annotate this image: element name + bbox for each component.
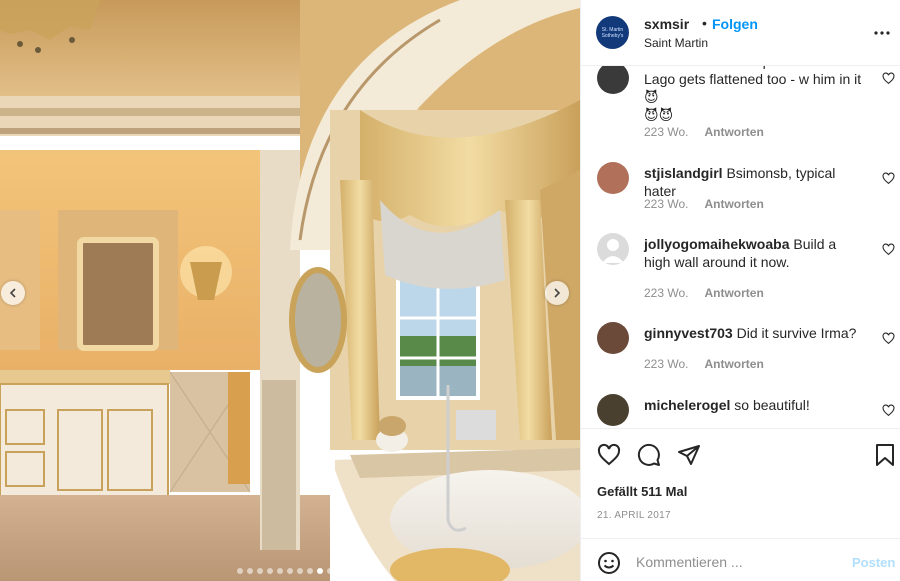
comment-emoji-line: 😈😈 [644,107,674,123]
comment-like-icon[interactable] [882,332,895,345]
comment-icon[interactable] [637,443,661,467]
comment-like-icon[interactable] [882,72,895,85]
post-date[interactable]: 21. APRIL 2017 [597,510,671,521]
post-header: St. Martin Sotheby's sxmsir • Folgen Sai… [581,0,900,66]
carousel-dot [297,568,303,574]
comment-meta: 223 Wo. Antworten [644,286,764,300]
comment-body: so beautiful! [734,397,810,413]
comment-time: 223 Wo. [644,125,689,139]
comment-username[interactable]: jollyogomaihekwoaba [644,236,789,252]
carousel-dot [277,568,283,574]
comment-meta: 223 Wo. Antworten [644,125,764,139]
avatar-logo-text: St. Martin Sotheby's [601,26,624,39]
separator-dot: • [702,15,707,31]
comment-like-icon[interactable] [882,404,895,417]
comment-text: michelerogel so beautiful! [644,396,864,414]
bathroom-photo [0,0,580,581]
account-username[interactable]: sxmsir [644,16,689,32]
carousel-next-button[interactable] [545,281,569,305]
carousel-prev-button[interactable] [1,281,25,305]
comment-time: 223 Wo. [644,197,689,211]
comment-time: 223 Wo. [644,357,689,371]
carousel-dot [287,568,293,574]
comment-time: 223 Wo. [644,286,689,300]
comment-text: bsimonsb Let's hope for Mara Lago gets f… [644,66,864,124]
post-location[interactable]: Saint Martin [644,36,708,50]
reply-button[interactable]: Antworten [704,125,763,139]
carousel-dot [237,568,243,574]
comment-emoji: 😈 [644,89,659,105]
comment-avatar[interactable] [597,233,629,265]
comment-text: stjislandgirl Bsimonsb, typical hater [644,164,864,200]
comment-like-icon[interactable] [882,243,895,256]
follow-button[interactable]: Folgen [712,16,758,32]
carousel-dot [327,568,333,574]
carousel-indicator [230,568,350,574]
reply-button[interactable]: Antworten [704,197,763,211]
comments-list[interactable]: bsimonsb Let's hope for Mara Lago gets f… [581,66,900,428]
reply-button[interactable]: Antworten [704,286,763,300]
comment-meta: 223 Wo. Antworten [644,197,764,211]
carousel-dot [307,568,313,574]
carousel-dot [257,568,263,574]
post-sidebar: St. Martin Sotheby's sxmsir • Folgen Sai… [580,0,900,581]
comment-composer: Posten [581,538,900,581]
chevron-left-icon [9,288,16,298]
post-actions: Gefällt 511 Mal 21. APRIL 2017 [581,428,900,538]
comment-meta: 223 Wo. Antworten [644,357,764,371]
more-horizontal-icon[interactable] [873,24,891,42]
emoji-icon[interactable] [597,551,621,575]
carousel-dot [337,568,343,574]
comment-body: Let's hope for Mara Lago gets flattened … [644,66,862,87]
comment-username[interactable]: ginnyvest703 [644,325,733,341]
carousel-dot [317,568,323,574]
post-photo[interactable] [0,0,580,581]
comment-avatar[interactable] [597,162,629,194]
comment-username[interactable]: stjislandgirl [644,165,723,181]
comment-body: Did it survive Irma? [736,325,857,341]
likes-count[interactable]: Gefällt 511 Mal [597,484,687,499]
carousel-dot [247,568,253,574]
reply-button[interactable]: Antworten [704,357,763,371]
account-avatar[interactable]: St. Martin Sotheby's [596,16,629,49]
post-comment-button[interactable]: Posten [852,555,895,570]
comment-input[interactable] [636,549,836,575]
comment-username[interactable]: michelerogel [644,397,730,413]
comment-avatar[interactable] [597,322,629,354]
chevron-right-icon [554,288,561,298]
send-icon[interactable] [677,443,701,467]
comment-text: ginnyvest703 Did it survive Irma? [644,324,864,342]
bookmark-icon[interactable] [873,443,897,467]
carousel-dot [267,568,273,574]
comment-like-icon[interactable] [882,172,895,185]
comment-text: jollyogomaihekwoaba Build a high wall ar… [644,235,864,271]
comment-avatar[interactable] [597,66,629,94]
comment-username[interactable]: bsimonsb [644,66,710,69]
comment-avatar[interactable] [597,394,629,426]
heart-icon[interactable] [597,443,621,467]
default-avatar-icon [602,239,624,263]
